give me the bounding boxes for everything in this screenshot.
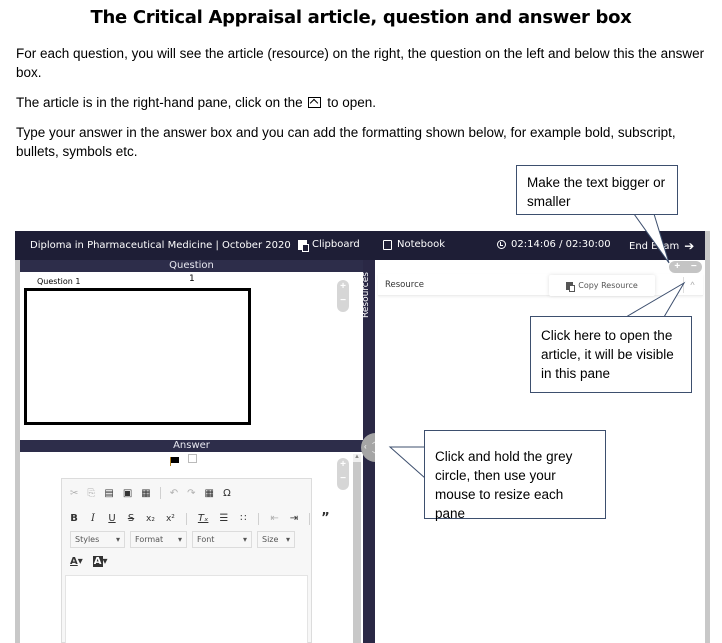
question-pane-header: Question [20, 260, 363, 272]
format-label: Format [135, 535, 164, 544]
copy-resource-label: Copy Resource [578, 281, 638, 290]
top-bar: Diploma in Pharmaceutical Medicine | Oct… [15, 231, 710, 260]
superscript-icon[interactable]: x² [166, 514, 175, 524]
font-label: Font [197, 535, 215, 544]
background-color-icon: A [92, 556, 103, 567]
notebook-button[interactable]: Notebook [383, 239, 445, 250]
styles-label: Styles [75, 535, 100, 544]
size-label: Size [262, 535, 279, 544]
cut-icon[interactable]: ✂ [70, 488, 78, 499]
toolbar-separator [159, 487, 161, 499]
remove-format-icon[interactable]: Tₓ [198, 513, 209, 524]
toolbar-separator [185, 512, 187, 525]
numbered-list-icon[interactable]: ☰ [219, 513, 228, 524]
font-dropdown[interactable]: Font ▾ [192, 531, 252, 548]
copy-icon [566, 281, 576, 292]
expand-resource-button[interactable]: ^ [683, 277, 701, 293]
paragraph-text-after: to open. [327, 95, 376, 110]
blockquote-icon[interactable]: ” [321, 511, 330, 526]
subscript-icon[interactable]: x₂ [146, 514, 155, 524]
undo-icon[interactable]: ↶ [170, 488, 178, 499]
exam-timer: 02:14:06 / 02:30:00 [497, 239, 611, 250]
editor-toolbar-row-2: B I U S x₂ x² Tₓ ☰ ∷ ⇤ ⇥ ” [70, 511, 330, 526]
toolbar-separator [309, 512, 311, 525]
paste-icon[interactable]: ▤ [104, 488, 113, 499]
end-exam-label: End Exam [629, 240, 680, 252]
flag-icon [170, 457, 179, 466]
copy-resource-button[interactable]: Copy Resource [549, 275, 655, 296]
text-color-icon: A [70, 556, 78, 567]
callout-open-article: Click here to open the article, it will … [530, 316, 692, 393]
zoom-out-icon[interactable]: − [337, 294, 349, 308]
scroll-up-arrow[interactable]: ▲ [353, 454, 361, 462]
table-icon[interactable]: ▦ [205, 488, 214, 499]
callout-resize: Click and hold the grey circle, then use… [424, 430, 606, 521]
expand-pane-icon [308, 97, 322, 108]
zoom-in-icon[interactable]: + [337, 280, 349, 294]
background-color-button[interactable]: A▾ [92, 556, 108, 567]
answer-pane-header: Answer [20, 440, 363, 452]
answer-zoom-control[interactable]: + − [337, 458, 349, 490]
chevron-down-icon: ▾ [242, 535, 247, 544]
increase-indent-icon[interactable]: ⇥ [290, 513, 298, 524]
clipboard-label: Clipboard [312, 239, 360, 250]
italic-icon[interactable]: I [89, 513, 97, 524]
editor-toolbar-row-3: Styles ▾ Format ▾ Font ▾ Size ▾ [70, 531, 295, 548]
zoom-out-icon[interactable]: − [337, 472, 349, 486]
notebook-icon [383, 239, 392, 250]
special-character-icon[interactable]: Ω [223, 488, 231, 499]
paste-word-icon[interactable]: ▦ [141, 488, 150, 499]
clock-icon [497, 240, 506, 249]
chevron-down-icon: ▾ [102, 556, 108, 567]
chevron-down-icon: ▾ [115, 535, 120, 544]
open-article-paragraph: The article is in the right-hand pane, c… [16, 93, 716, 112]
timer-value: 02:14:06 / 02:30:00 [511, 239, 611, 250]
clipboard-button[interactable]: Clipboard [298, 239, 360, 252]
resources-tab[interactable]: Resources [361, 272, 371, 318]
paste-text-icon[interactable]: ▣ [123, 488, 132, 499]
callout-text-size: Make the text bigger or smaller [516, 165, 678, 215]
arrow-right-icon: ➔ [684, 239, 695, 253]
text-color-button[interactable]: A▾ [70, 556, 83, 567]
intro-paragraph: For each question, you will see the arti… [16, 46, 705, 80]
decrease-font-icon[interactable]: − [691, 261, 697, 273]
format-dropdown[interactable]: Format ▾ [130, 531, 187, 548]
font-size-control[interactable]: + − [669, 261, 702, 273]
formatting-paragraph: Type your answer in the answer box and y… [16, 125, 676, 159]
answer-scrollbar[interactable] [353, 454, 361, 643]
increase-font-icon[interactable]: + [674, 261, 680, 273]
flag-checkbox[interactable] [188, 454, 197, 463]
strikethrough-icon[interactable]: S [127, 513, 135, 524]
bold-icon[interactable]: B [70, 513, 78, 524]
styles-dropdown[interactable]: Styles ▾ [70, 531, 125, 548]
redo-icon[interactable]: ↷ [187, 488, 195, 499]
size-dropdown[interactable]: Size ▾ [257, 531, 295, 548]
answer-text-area[interactable] [65, 575, 308, 643]
question-text-box [24, 288, 251, 425]
toolbar-separator [258, 512, 260, 525]
clipboard-icon [298, 239, 309, 252]
underline-icon[interactable]: U [108, 513, 116, 524]
chevron-left-icon: ‹ [364, 442, 367, 451]
question-zoom-control[interactable]: + − [337, 280, 349, 312]
decrease-indent-icon[interactable]: ⇤ [270, 513, 278, 524]
rich-text-editor: ✂ ⎘ ▤ ▣ ▦ ↶ ↷ ▦ Ω B I U S x₂ x² Tₓ ☰ ∷ ⇤… [61, 478, 330, 643]
chevron-down-icon: ▾ [77, 556, 83, 567]
paragraph-text-before: The article is in the right-hand pane, c… [16, 95, 303, 110]
copy-icon[interactable]: ⎘ [87, 488, 95, 499]
end-exam-button[interactable]: End Exam ➔ [629, 239, 694, 253]
question-label: Question 1 [37, 277, 81, 286]
question-number: 1 [189, 274, 195, 284]
course-title: Diploma in Pharmaceutical Medicine | Oct… [30, 240, 291, 251]
bulleted-list-icon[interactable]: ∷ [239, 513, 247, 524]
app-right-border [705, 231, 710, 643]
resource-label: Resource [385, 280, 424, 290]
zoom-in-icon[interactable]: + [337, 458, 349, 472]
notebook-label: Notebook [397, 239, 446, 250]
editor-toolbar-row-4: A▾ A▾ [70, 556, 108, 567]
editor-toolbar-row-1: ✂ ⎘ ▤ ▣ ▦ ↶ ↷ ▦ Ω [70, 487, 231, 499]
chevron-down-icon: ▾ [285, 535, 290, 544]
document-title: The Critical Appraisal article, question… [90, 7, 632, 28]
chevron-down-icon: ▾ [177, 535, 182, 544]
